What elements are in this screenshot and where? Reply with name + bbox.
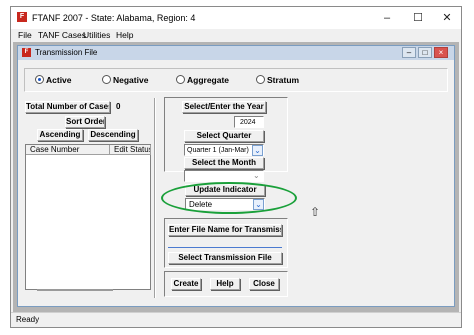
highlight-annotation [161, 182, 297, 214]
minimize-icon[interactable]: – [372, 7, 402, 29]
close-icon[interactable]: ✕ [432, 7, 462, 29]
file-name-underline [168, 247, 282, 248]
ascending-button[interactable]: Ascending [37, 129, 83, 141]
child-title: Transmission File [35, 48, 98, 57]
radio-aggregate[interactable] [176, 75, 185, 84]
month-dropdown[interactable] [184, 170, 264, 182]
radio-stratum[interactable] [256, 75, 265, 84]
help-button[interactable]: Help [210, 278, 240, 290]
panel-divider [154, 98, 156, 298]
column-header-case-number[interactable]: Case Number [26, 145, 110, 155]
status-text: Ready [16, 315, 40, 324]
grid-horizontal-scrollbar[interactable] [37, 289, 113, 291]
radio-active[interactable] [35, 75, 44, 84]
child-restore-icon[interactable]: □ [418, 47, 432, 58]
radio-negative[interactable] [102, 75, 111, 84]
enter-file-name-button[interactable]: Enter File Name for Transmission [168, 224, 282, 236]
case-type-group [24, 68, 448, 92]
menu-utilities[interactable]: Utilities [83, 29, 110, 41]
total-cases-label: Total Number of Cases : [25, 101, 110, 113]
window-title: FTANF 2007 - State: Alabama, Region: 4 [32, 13, 196, 23]
mouse-pointer-icon: ⇧ [310, 205, 321, 219]
menu-tanf-cases[interactable]: TANF Cases [38, 29, 86, 41]
maximize-icon[interactable]: ☐ [403, 7, 433, 29]
select-transmission-file-button[interactable]: Select Transmission File [168, 252, 282, 264]
child-close-icon[interactable]: × [434, 47, 448, 58]
total-cases-value: 0 [116, 102, 121, 111]
column-header-edit-status[interactable]: Edit Status [110, 145, 151, 155]
radio-aggregate-label[interactable]: Aggregate [187, 75, 229, 85]
create-button[interactable]: Create [171, 278, 201, 290]
child-app-icon: F [22, 48, 31, 57]
file-name-input[interactable] [168, 237, 282, 247]
radio-stratum-label[interactable]: Stratum [267, 75, 299, 85]
quarter-chevron-down-icon[interactable]: ⌄ [252, 145, 263, 156]
cases-grid[interactable]: Case Number Edit Status [25, 144, 151, 290]
select-month-button[interactable]: Select the Month [184, 157, 264, 169]
month-chevron-down-icon[interactable]: ⌄ [253, 171, 260, 180]
child-minimize-icon[interactable]: – [402, 47, 416, 58]
radio-active-label[interactable]: Active [46, 75, 72, 85]
status-bar [11, 312, 461, 327]
year-input[interactable]: 2024 [234, 116, 264, 128]
radio-negative-label[interactable]: Negative [113, 75, 148, 85]
select-year-button[interactable]: Select/Enter the Year [182, 101, 266, 113]
menu-file[interactable]: File [18, 29, 32, 41]
sort-order-button[interactable]: Sort Order [65, 116, 105, 128]
menu-help[interactable]: Help [116, 29, 133, 41]
year-value: 2024 [240, 119, 256, 126]
select-quarter-button[interactable]: Select Quarter [184, 130, 264, 142]
close-button[interactable]: Close [249, 278, 279, 290]
descending-button[interactable]: Descending [88, 129, 138, 141]
app-icon: F [17, 12, 27, 22]
